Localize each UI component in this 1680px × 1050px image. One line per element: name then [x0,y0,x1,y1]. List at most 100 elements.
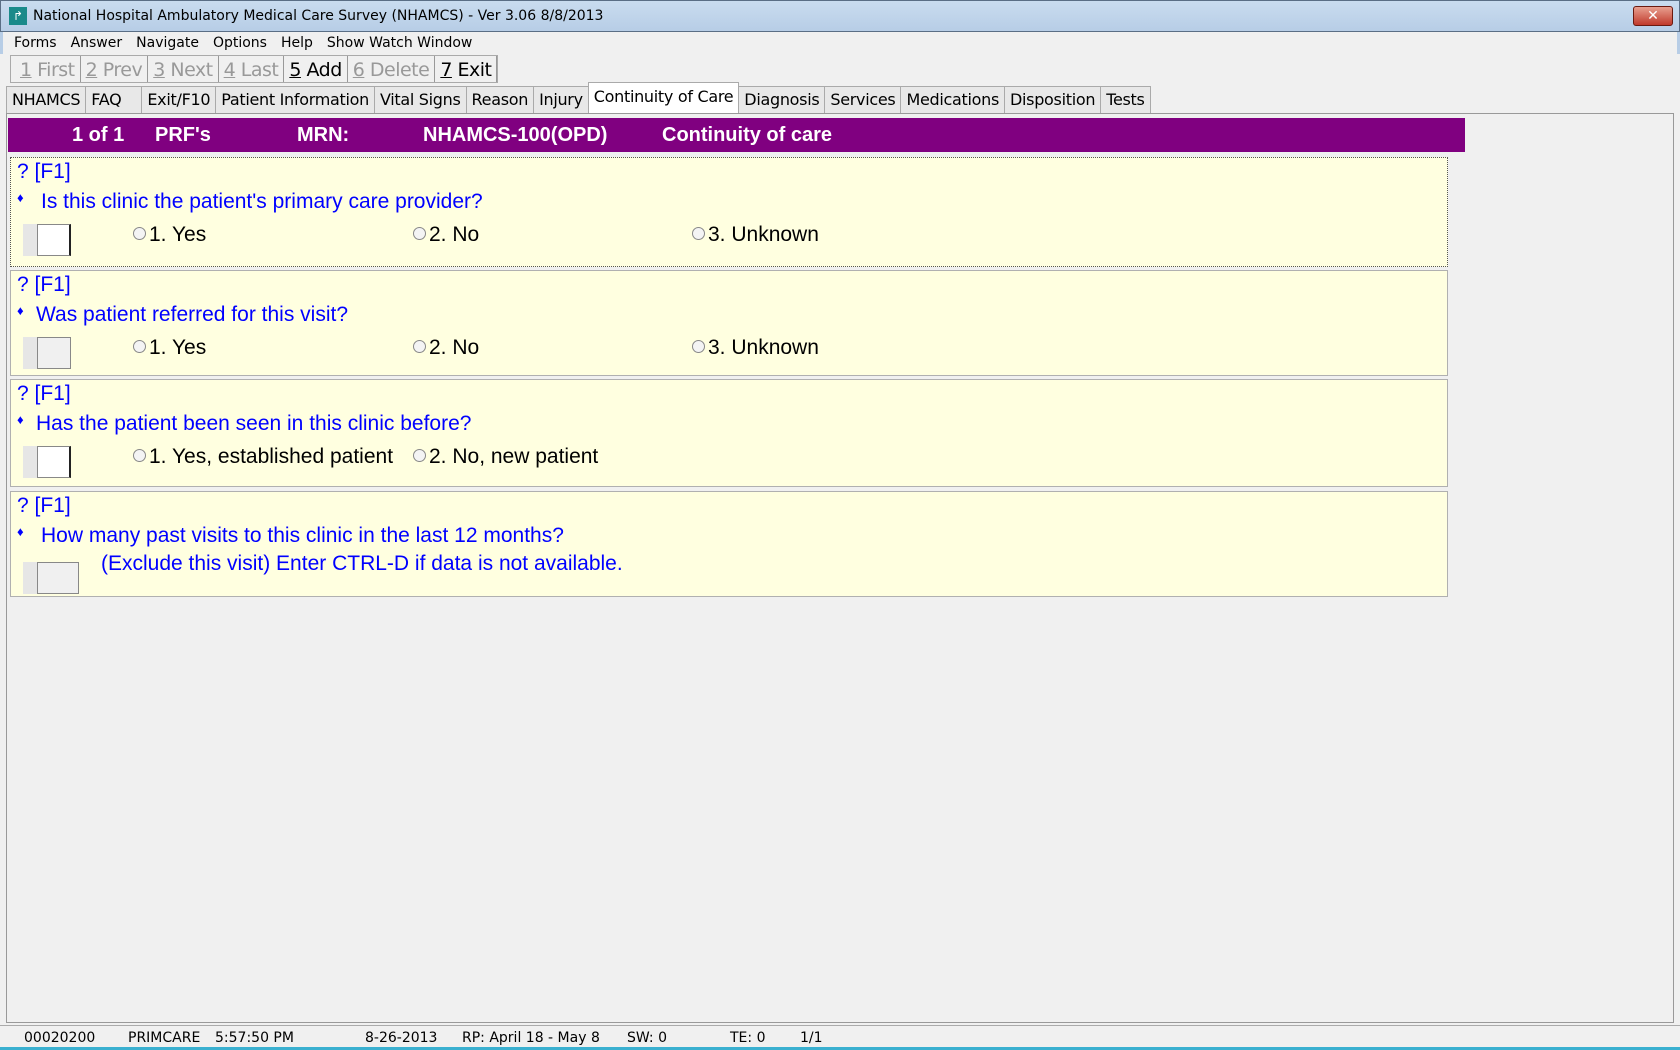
status-te: TE: 0 [730,1030,766,1046]
help-f1-link[interactable]: ? [F1] [17,273,71,297]
toolbar-key: 4 [223,59,236,81]
tab-medications[interactable]: Medications [900,86,1005,113]
option-label: 1. Yes [149,223,207,246]
tab-exit-f10[interactable]: Exit/F10 [141,86,217,113]
question-text: Is this clinic the patient's primary car… [41,190,483,213]
toolbar-button-first[interactable]: 1 First [15,56,81,82]
radio-icon[interactable] [413,340,426,353]
menu-options[interactable]: Options [213,35,267,51]
status-rp: RP: April 18 - May 8 [462,1030,600,1046]
title-bar: ↱ National Hospital Ambulatory Medical C… [0,0,1680,32]
toolbar-label: Prev [97,59,143,81]
tab-injury[interactable]: Injury [533,86,589,113]
radio-option[interactable]: 3. Unknown [692,223,819,247]
radio-option[interactable]: 1. Yes, established patient [133,445,393,469]
menu-help[interactable]: Help [281,35,313,51]
answer-input[interactable] [37,446,71,478]
prf-label: PRF's [155,124,211,146]
tab-continuity-of-care[interactable]: Continuity of Care [587,82,740,113]
toolbar-label: Delete [364,59,430,81]
toolbar-button-next[interactable]: 3 Next [148,56,219,82]
menu-bar: Forms Answer Navigate Options Help Show … [0,32,1680,54]
option-label: 2. No [429,223,480,246]
radio-icon[interactable] [413,227,426,240]
diamond-icon: ♦ [17,190,24,205]
tab-faq[interactable]: FAQ [85,86,143,113]
radio-option[interactable]: 3. Unknown [692,336,819,360]
status-page: 1/1 [800,1030,823,1046]
help-f1-link[interactable]: ? [F1] [17,160,71,184]
radio-option[interactable]: 2. No [413,336,479,360]
mrn-label: MRN: [297,124,350,146]
diamond-icon: ♦ [17,524,24,539]
status-sw: SW: 0 [627,1030,667,1046]
radio-option[interactable]: 2. No [413,223,479,247]
option-label: 2. No, new patient [429,445,599,468]
question-panel: ? [F1] ♦ How many past visits to this cl… [10,491,1448,597]
option-label: 2. No [429,336,480,359]
answer-input[interactable] [37,224,71,256]
toolbar-key: 5 [289,59,301,81]
radio-icon[interactable] [133,449,146,462]
status-id: 00020200 [24,1030,96,1046]
radio-option[interactable]: 1. Yes [133,223,206,247]
answer-input[interactable] [37,562,79,594]
option-label: 3. Unknown [708,336,819,359]
diamond-icon: ♦ [17,412,24,427]
toolbar-key: 2 [85,59,98,81]
app-icon: ↱ [9,7,27,25]
menu-show-watch-window[interactable]: Show Watch Window [327,35,472,51]
radio-icon[interactable] [133,227,146,240]
tab-diagnosis[interactable]: Diagnosis [738,86,826,113]
toolbar-button-add[interactable]: 5 Add [284,56,348,82]
toolbar-key: 1 [20,59,32,81]
help-f1-link[interactable]: ? [F1] [17,382,71,406]
input-gutter [23,224,37,256]
tab-reason[interactable]: Reason [465,86,535,113]
toolbar-button-exit[interactable]: 7 Exit [435,56,498,82]
input-gutter [23,562,37,594]
status-time: 5:57:50 PM [215,1030,294,1046]
menu-answer[interactable]: Answer [71,35,123,51]
input-gutter [23,337,37,369]
mrn-value: NHAMCS-100(OPD) [423,124,608,146]
status-mode: PRIMCARE [128,1030,201,1046]
tab-disposition[interactable]: Disposition [1004,86,1102,113]
tab-vital-signs[interactable]: Vital Signs [373,86,467,113]
window-title: National Hospital Ambulatory Medical Car… [33,8,604,24]
toolbar-label: First [31,59,75,81]
tab-tests[interactable]: Tests [1100,86,1151,113]
radio-option[interactable]: 1. Yes [133,336,206,360]
toolbar-label: Last [235,59,279,81]
option-label: 1. Yes, established patient [149,445,394,468]
radio-icon[interactable] [692,227,705,240]
toolbar-button-prev[interactable]: 2 Prev [81,56,149,82]
toolbar-label: Add [300,59,342,81]
question-subtext: (Exclude this visit) Enter CTRL-D if dat… [101,552,623,575]
status-bar: 00020200 PRIMCARE 5:57:50 PM 8-26-2013 R… [0,1025,1680,1050]
menu-forms[interactable]: Forms [14,35,57,51]
option-label: 3. Unknown [708,223,819,246]
help-f1-link[interactable]: ? [F1] [17,494,71,518]
toolbar-key: 7 [440,59,452,81]
tab-services[interactable]: Services [824,86,902,113]
radio-icon[interactable] [133,340,146,353]
question-text: How many past visits to this clinic in t… [41,524,564,547]
status-date: 8-26-2013 [365,1030,438,1046]
close-button[interactable]: ✕ [1633,6,1673,26]
section-title: Continuity of care [662,124,833,146]
toolbar-button-last[interactable]: 4 Last [219,56,285,82]
menu-navigate[interactable]: Navigate [136,35,199,51]
tab-nhamcs[interactable]: NHAMCS [6,86,87,113]
tab-patient-information[interactable]: Patient Information [215,86,375,113]
question-text: Has the patient been seen in this clinic… [36,412,472,435]
toolbar-key: 3 [153,59,165,81]
toolbar-button-delete[interactable]: 6 Delete [348,56,436,82]
radio-icon[interactable] [413,449,426,462]
toolbar-label: Next [164,59,213,81]
diamond-icon: ♦ [17,303,24,318]
answer-input[interactable] [37,337,71,369]
radio-option[interactable]: 2. No, new patient [413,445,598,469]
radio-icon[interactable] [692,340,705,353]
toolbar-key: 6 [352,59,365,81]
